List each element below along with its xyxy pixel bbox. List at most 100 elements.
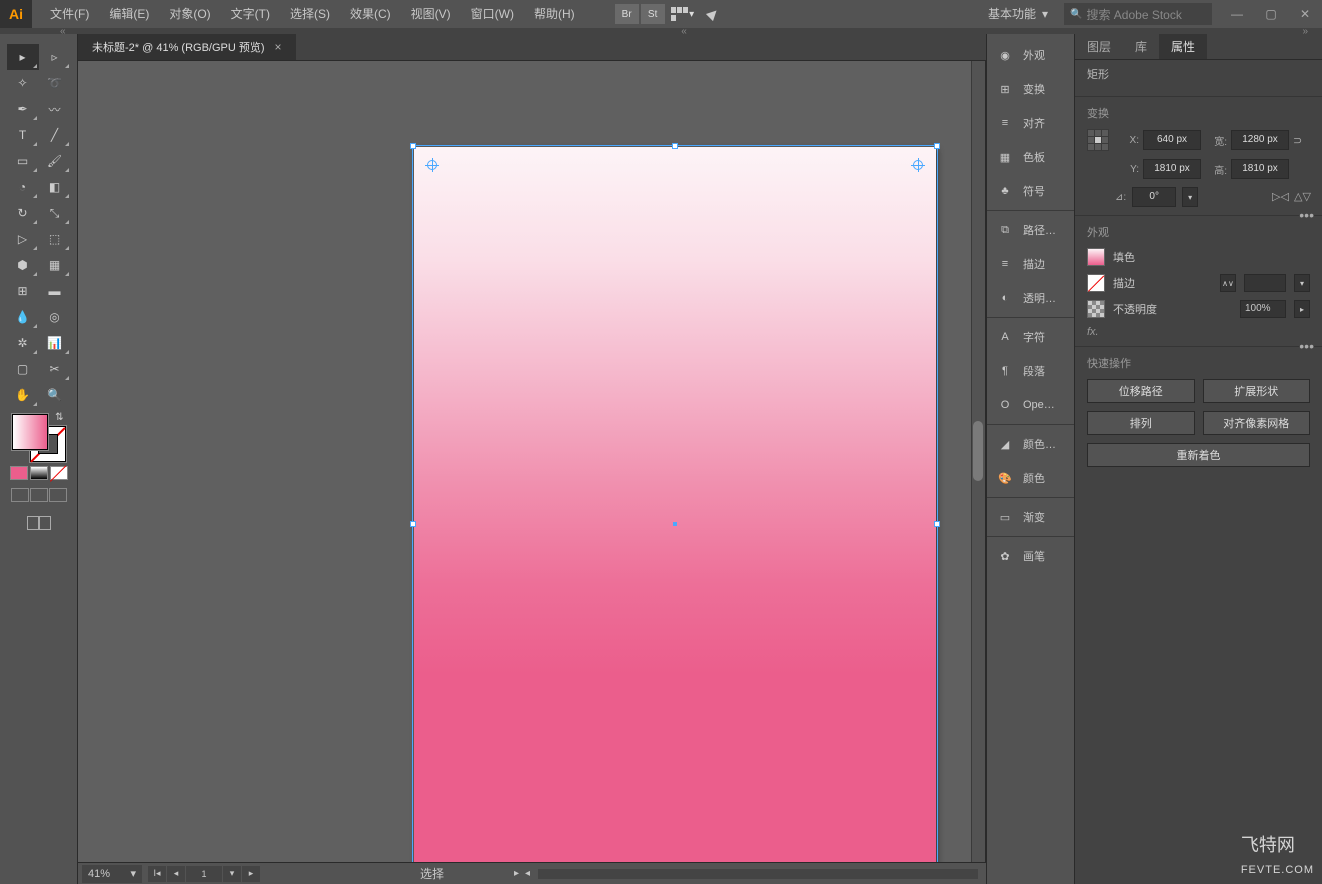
offset-path-button[interactable]: 位移路径 — [1087, 379, 1195, 403]
vertical-scrollbar[interactable] — [971, 61, 985, 862]
artboard-number[interactable]: 1 — [186, 866, 222, 882]
menu-effect[interactable]: 效果(C) — [340, 0, 401, 28]
panel-item-transparency[interactable]: ◐透明… — [987, 281, 1074, 315]
tab-libraries[interactable]: 库 — [1123, 34, 1159, 59]
arrange-docs-icon[interactable]: ▾ — [667, 4, 699, 24]
selection-tool[interactable]: ▸ — [7, 44, 39, 70]
slice-tool[interactable]: ✂ — [39, 356, 71, 382]
type-tool[interactable]: T — [7, 122, 39, 148]
menu-view[interactable]: 视图(V) — [401, 0, 461, 28]
angle-dropdown[interactable]: ▾ — [1182, 187, 1198, 207]
first-artboard-button[interactable]: I◂ — [148, 866, 166, 882]
mesh-tool[interactable]: ⊞ — [7, 278, 39, 304]
paintbrush-tool[interactable]: 🖌 — [39, 148, 71, 174]
color-mode-gradient[interactable] — [30, 466, 48, 480]
arrange-button[interactable]: 排列 — [1087, 411, 1195, 435]
workspace-selector[interactable]: 基本功能 — [976, 0, 1060, 28]
perspective-tool[interactable]: ▦ — [39, 252, 71, 278]
menu-object[interactable]: 对象(O) — [159, 0, 220, 28]
direct-selection-tool[interactable]: ▹ — [39, 44, 71, 70]
draw-behind[interactable] — [30, 488, 48, 502]
expand-shape-button[interactable]: 扩展形状 — [1203, 379, 1311, 403]
maximize-button[interactable]: ▢ — [1254, 2, 1288, 26]
w-value[interactable]: 1280 px — [1231, 130, 1289, 150]
width-tool[interactable]: ▷ — [7, 226, 39, 252]
link-wh-icon[interactable]: ⊃ — [1293, 134, 1311, 147]
panel-item-swatches[interactable]: ▦色板 — [987, 140, 1074, 174]
opacity-chip[interactable] — [1087, 300, 1105, 318]
panel-item-symbols[interactable]: ♣符号 — [987, 174, 1074, 208]
stroke-weight-stepper[interactable]: ∧∨ — [1220, 274, 1236, 292]
prev-artboard-button[interactable]: ◂ — [167, 866, 185, 882]
panel-item-align[interactable]: ≡对齐 — [987, 106, 1074, 140]
rotate-tool[interactable]: ↻ — [7, 200, 39, 226]
h-value[interactable]: 1810 px — [1231, 159, 1289, 179]
fx-button[interactable]: fx. — [1087, 326, 1310, 338]
fill-stroke-well[interactable]: ⇅ — [12, 414, 66, 462]
menu-file[interactable]: 文件(F) — [40, 0, 99, 28]
free-transform-tool[interactable]: ⬚ — [39, 226, 71, 252]
curvature-tool[interactable]: 〰 — [39, 96, 71, 122]
shaper-tool[interactable]: ◔ — [7, 174, 39, 200]
draw-inside[interactable] — [49, 488, 67, 502]
reference-point[interactable] — [1087, 129, 1109, 151]
flip-h-icon[interactable]: ▷◁ — [1272, 190, 1288, 204]
fill-chip[interactable] — [1087, 248, 1105, 266]
opacity-dropdown[interactable]: ▸ — [1294, 300, 1310, 318]
gpu-icon[interactable] — [701, 4, 725, 24]
panel-item-appearance[interactable]: ◉外观 — [987, 38, 1074, 72]
shape-builder-tool[interactable]: ⬢ — [7, 252, 39, 278]
status-menu-icon[interactable]: ▸ — [514, 868, 519, 879]
opacity-value[interactable]: 100% — [1240, 300, 1286, 318]
blend-tool[interactable]: ◎ — [39, 304, 71, 330]
panel-item-color[interactable]: ◢颜色… — [987, 427, 1074, 461]
menu-type[interactable]: 文字(T) — [221, 0, 280, 28]
next-artboard-button[interactable]: ▸ — [242, 866, 260, 882]
search-input[interactable]: 搜索 Adobe Stock — [1064, 3, 1212, 25]
canvas-area[interactable] — [78, 60, 986, 862]
artboard-tool[interactable]: ▢ — [7, 356, 39, 382]
document-tab[interactable]: 未标题-2* @ 41% (RGB/GPU 预览) × — [78, 34, 296, 60]
flip-v-icon[interactable]: △▽ — [1294, 190, 1310, 204]
color-mode-solid[interactable] — [10, 466, 28, 480]
screen-mode-toggle[interactable] — [27, 516, 51, 530]
zoom-tool[interactable]: 🔍 — [39, 382, 71, 408]
scale-tool[interactable]: ⤡ — [39, 200, 71, 226]
bridge-icon[interactable]: Br — [615, 4, 639, 24]
align-pixel-button[interactable]: 对齐像素网格 — [1203, 411, 1311, 435]
rectangle-tool[interactable]: ▭ — [7, 148, 39, 174]
magic-wand-tool[interactable]: ✧ — [7, 70, 39, 96]
line-tool[interactable]: ╱ — [39, 122, 71, 148]
swap-colors-icon[interactable]: ⇅ — [55, 412, 63, 423]
stroke-weight-value[interactable] — [1244, 274, 1286, 292]
tab-properties[interactable]: 属性 — [1159, 34, 1207, 59]
panel-item-colorthemes[interactable]: 🎨颜色 — [987, 461, 1074, 495]
menu-window[interactable]: 窗口(W) — [461, 0, 524, 28]
hand-tool[interactable]: ✋ — [7, 382, 39, 408]
horizontal-scrollbar[interactable] — [538, 869, 978, 879]
vertical-scroll-thumb[interactable] — [973, 421, 983, 481]
x-value[interactable]: 640 px — [1143, 130, 1201, 150]
panel-item-transform[interactable]: ⊞变换 — [987, 72, 1074, 106]
menu-select[interactable]: 选择(S) — [280, 0, 340, 28]
zoom-level-select[interactable]: 41%▾ — [82, 865, 142, 883]
panel-item-character[interactable]: A字符 — [987, 320, 1074, 354]
close-button[interactable]: ✕ — [1288, 2, 1322, 26]
tab-layers[interactable]: 图层 — [1075, 34, 1123, 59]
gradient-tool[interactable]: ▬ — [39, 278, 71, 304]
angle-value[interactable]: 0° — [1132, 187, 1176, 207]
artboard-dropdown[interactable]: ▾ — [223, 866, 241, 882]
close-tab-icon[interactable]: × — [275, 40, 282, 54]
y-value[interactable]: 1810 px — [1143, 159, 1201, 179]
panel-item-brushes[interactable]: ✿画笔 — [987, 539, 1074, 573]
panel-item-pathfinder[interactable]: ⧉路径… — [987, 213, 1074, 247]
eraser-tool[interactable]: ◧ — [39, 174, 71, 200]
fill-color[interactable] — [12, 414, 48, 450]
eyedropper-tool[interactable]: 💧 — [7, 304, 39, 330]
recolor-button[interactable]: 重新着色 — [1087, 443, 1310, 467]
menu-edit[interactable]: 编辑(E) — [99, 0, 159, 28]
stock-icon[interactable]: St — [641, 4, 665, 24]
panel-item-stroke[interactable]: ≡描边 — [987, 247, 1074, 281]
panel-item-gradient[interactable]: ▭渐变 — [987, 500, 1074, 534]
minimize-button[interactable]: — — [1220, 2, 1254, 26]
